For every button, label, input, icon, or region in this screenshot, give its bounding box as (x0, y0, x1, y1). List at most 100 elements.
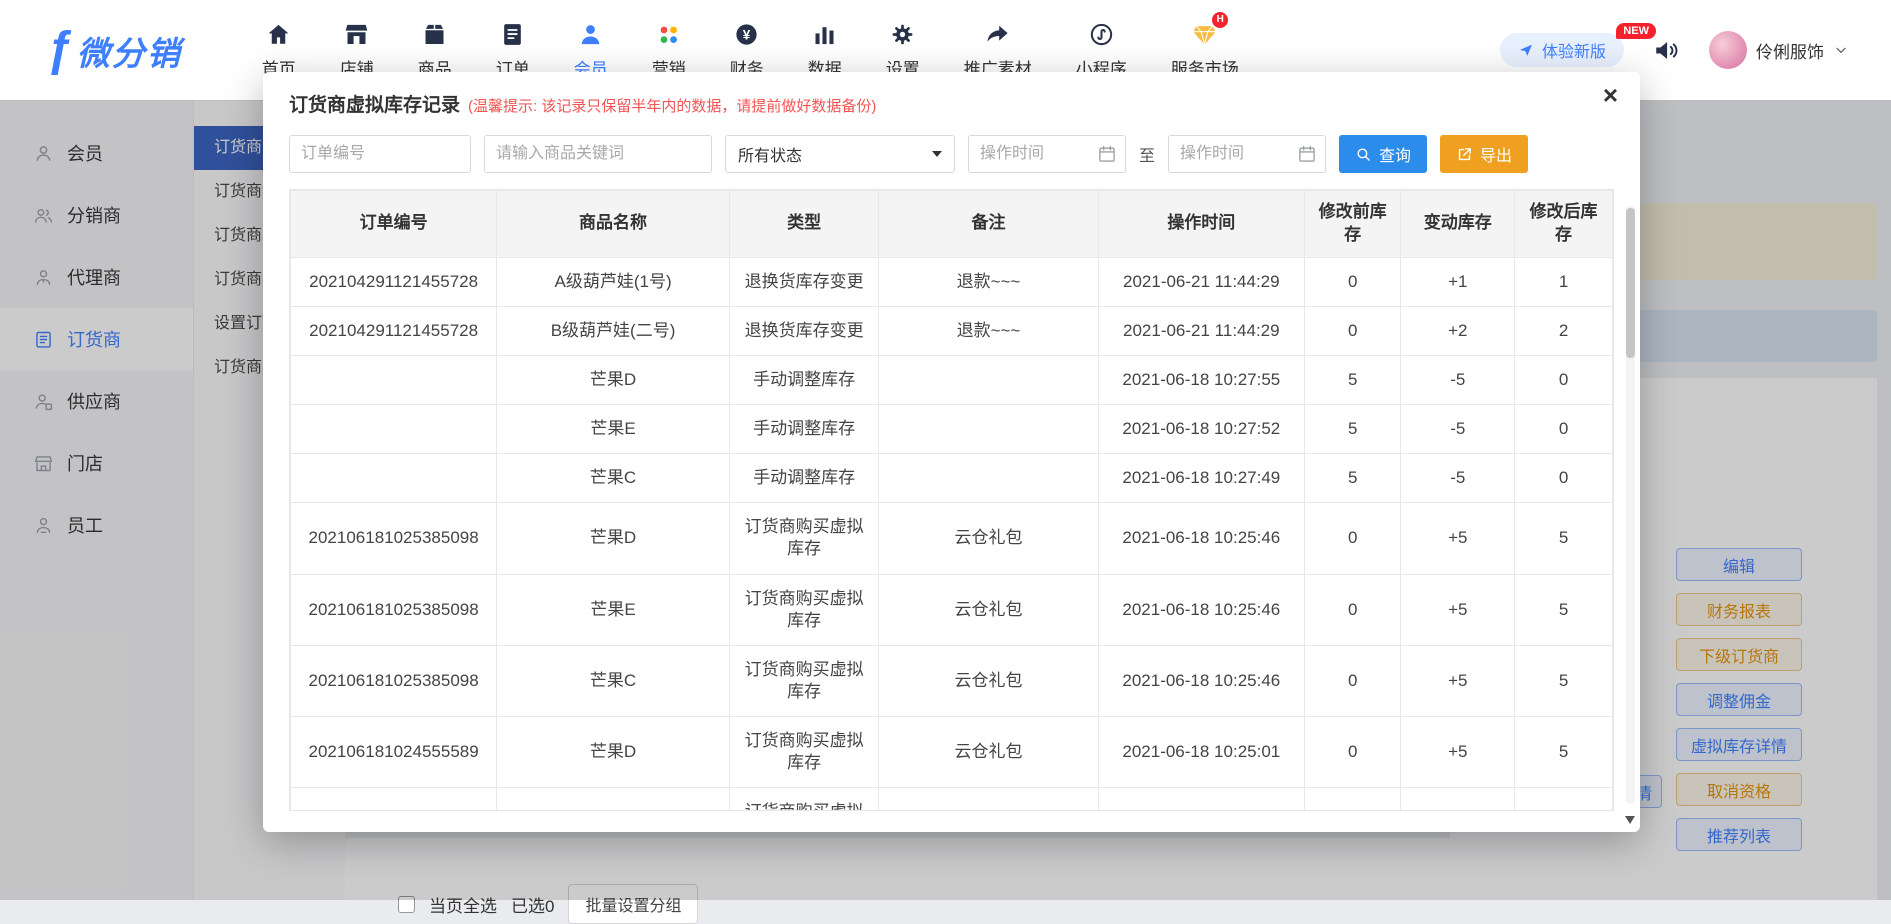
table-cell: 5 (1515, 574, 1613, 645)
status-select[interactable]: 所有状态 (725, 135, 955, 173)
table-cell (879, 356, 1098, 405)
brand-logo[interactable]: ƒ 微分销 (46, 26, 182, 75)
topnav-item-home[interactable]: 首页 (240, 21, 318, 80)
table-cell: 订货商购买虚拟库存 (729, 503, 878, 574)
topnav-item-member[interactable]: 会员 (552, 21, 630, 80)
table-cell (879, 405, 1098, 454)
speaker-icon[interactable] (1652, 36, 1681, 65)
keyword-input[interactable] (484, 135, 712, 173)
table-cell: +5 (1401, 645, 1515, 716)
table-cell: 退换货库存变更 (729, 257, 878, 306)
column-header: 操作时间 (1098, 191, 1304, 258)
order-no-input[interactable] (289, 135, 471, 173)
table-cell: A级葫芦娃(1号) (497, 257, 730, 306)
try-new-version-button[interactable]: 体验新版 NEW (1500, 33, 1624, 67)
table-cell: 202106181025385098 (291, 503, 497, 574)
nav-icon-wrap (343, 21, 370, 48)
topnav-item-goods[interactable]: 商品 (396, 21, 474, 80)
table-cell: 2021-06-21 11:44:29 (1098, 257, 1304, 306)
topnav-item-promo-material[interactable]: 推广素材 (942, 21, 1054, 80)
nav-icon-wrap: H (1191, 21, 1218, 48)
table-cell: -5 (1401, 454, 1515, 503)
topnav-item-service-market[interactable]: H 服务市场 (1149, 21, 1261, 80)
stock-table-wrap: 订单编号商品名称类型备注操作时间修改前库存变动库存修改后库存 202104291… (289, 189, 1614, 811)
modal-header: 订货商虚拟库存记录 (温馨提示: 该记录只保留半年内的数据，请提前做好数据备份) (263, 72, 1640, 123)
calendar-icon[interactable] (1297, 144, 1317, 164)
table-cell: 云仓礼包 (879, 503, 1098, 574)
table-cell: 芒果C (497, 454, 730, 503)
table-cell: 0 (1515, 356, 1613, 405)
status-select-value: 所有状态 (738, 142, 802, 166)
home-icon (265, 21, 292, 48)
table-cell: B级葫芦娃(二号) (497, 306, 730, 355)
table-cell: 订货商购买虚拟库存 (729, 645, 878, 716)
table-cell: -5 (1401, 356, 1515, 405)
order-icon (499, 21, 526, 48)
topnav-item-settings[interactable]: 设置 (864, 21, 942, 80)
paper-plane-icon (1518, 42, 1534, 58)
table-cell: 2021-06-18 10:27:55 (1098, 356, 1304, 405)
table-cell: 202104291121455728 (291, 306, 497, 355)
user-name: 伶俐服饰 (1756, 38, 1824, 63)
table-cell: 云仓礼包 (879, 716, 1098, 787)
table-cell: 0 (1304, 306, 1401, 355)
topnav-item-miniprogram[interactable]: 小程序 (1054, 21, 1149, 80)
caret-down-icon (932, 151, 942, 157)
table-cell: 2 (1515, 306, 1613, 355)
table-cell (291, 788, 497, 811)
table-cell: +2 (1401, 306, 1515, 355)
table-cell: 2021-06-18 10:25:46 (1098, 574, 1304, 645)
filter-bar: 所有状态 至 查询 导出 (263, 123, 1640, 189)
member-icon (577, 21, 604, 48)
table-row: 202106181024555589芒果D订货商购买虚拟库存云仓礼包2021-0… (291, 716, 1613, 787)
table-row: 202106181025385098芒果D订货商购买虚拟库存云仓礼包2021-0… (291, 503, 1613, 574)
close-button[interactable]: × (1603, 82, 1618, 108)
topnav-item-data[interactable]: 数据 (786, 21, 864, 80)
chevron-down-icon (1833, 42, 1849, 58)
table-row: 芒果E手动调整库存2021-06-18 10:27:525-50 (291, 405, 1613, 454)
topnav-item-marketing[interactable]: 营销 (630, 21, 708, 80)
table-cell: 0 (1515, 405, 1613, 454)
nav-icon-wrap (984, 21, 1011, 48)
table-cell: 手动调整库存 (729, 405, 878, 454)
table-cell: 202106181025385098 (291, 645, 497, 716)
table-cell: 芒果D (497, 356, 730, 405)
table-cell: 202104291121455728 (291, 257, 497, 306)
table-cell: 5 (1515, 645, 1613, 716)
table-cell: 0 (1304, 574, 1401, 645)
calendar-icon[interactable] (1097, 144, 1117, 164)
topnav-item-shop[interactable]: 店铺 (318, 21, 396, 80)
user-menu[interactable]: 伶俐服饰 (1709, 31, 1849, 69)
goods-icon (421, 21, 448, 48)
table-cell: +5 (1401, 574, 1515, 645)
table-cell: 芒果E (497, 574, 730, 645)
nav-icon-wrap: ¥ (733, 21, 760, 48)
table-cell: 5 (1515, 503, 1613, 574)
table-cell: 2021-06-21 11:44:29 (1098, 306, 1304, 355)
stock-table: 订单编号商品名称类型备注操作时间修改前库存变动库存修改后库存 202104291… (290, 190, 1613, 811)
export-button[interactable]: 导出 (1440, 135, 1528, 173)
shop-icon (343, 21, 370, 48)
table-cell: 芒果D (497, 716, 730, 787)
date-end-box (1168, 135, 1326, 173)
date-range-to-label: 至 (1139, 142, 1155, 166)
table-cell: 2021-06-18 10:27:52 (1098, 405, 1304, 454)
modal-scrollbar[interactable] (1626, 206, 1635, 804)
export-button-label: 导出 (1480, 142, 1512, 166)
topnav-item-order[interactable]: 订单 (474, 21, 552, 80)
table-cell: 1 (1515, 257, 1613, 306)
table-cell: 芒果E (497, 405, 730, 454)
topnav-item-finance[interactable]: ¥ 财务 (708, 21, 786, 80)
table-row: 202106181025385098芒果E订货商购买虚拟库存云仓礼包2021-0… (291, 574, 1613, 645)
marketing-icon (655, 21, 682, 48)
scrollbar-thumb[interactable] (1626, 208, 1635, 358)
table-cell: 订货商购买虚拟库存 (729, 574, 878, 645)
table-cell (1098, 788, 1304, 811)
table-header-row: 订单编号商品名称类型备注操作时间修改前库存变动库存修改后库存 (291, 191, 1613, 258)
scroll-down-icon[interactable] (1625, 816, 1635, 824)
table-cell (1401, 788, 1515, 811)
nav-icon-wrap (499, 21, 526, 48)
table-cell: 2021-06-18 10:25:46 (1098, 645, 1304, 716)
search-button[interactable]: 查询 (1339, 135, 1427, 173)
svg-text:¥: ¥ (743, 27, 751, 42)
